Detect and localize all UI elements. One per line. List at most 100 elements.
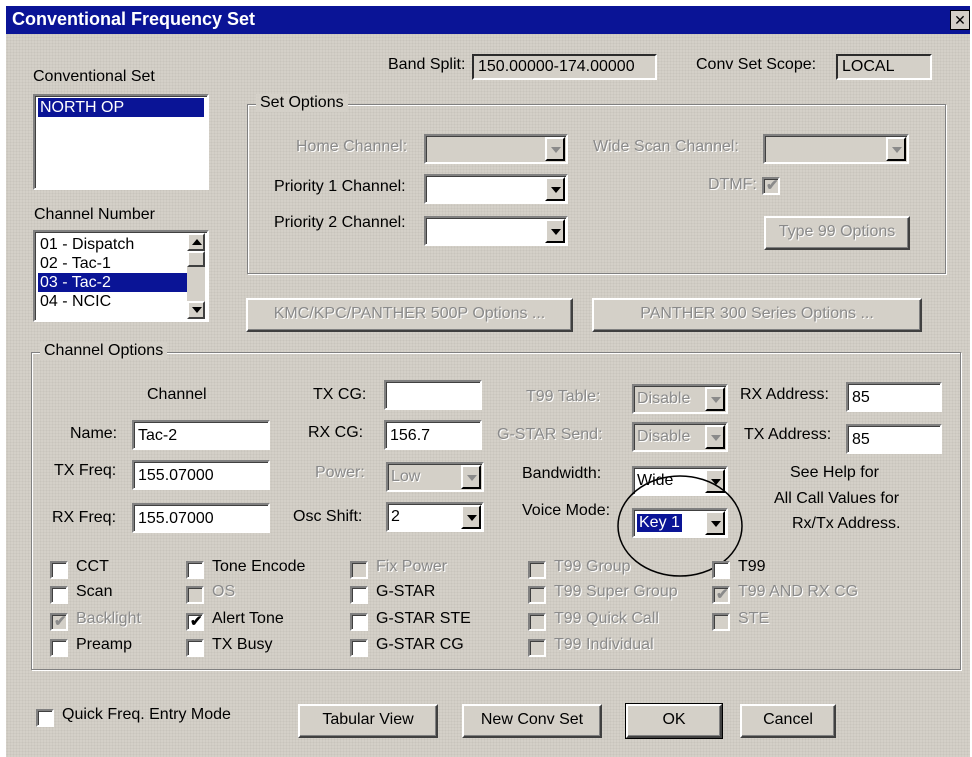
checkbox-box[interactable] (350, 613, 368, 631)
rx-address-input[interactable]: 85 (846, 382, 942, 412)
os-label: OS (212, 583, 236, 600)
scope-field: LOCAL (836, 54, 932, 80)
cct-label: CCT (76, 558, 109, 575)
tabular-view-button[interactable]: Tabular View (298, 704, 438, 738)
t99-label: T99 (738, 558, 766, 575)
backlight-checkbox: ✔ Backlight (50, 610, 160, 632)
checkbox-box[interactable] (350, 639, 368, 657)
checkbox-box[interactable]: ✔ (186, 613, 204, 631)
gstar-checkbox[interactable]: G-STAR (350, 583, 450, 605)
alert-tone-checkbox[interactable]: ✔ Alert Tone (186, 610, 306, 632)
tx-address-input[interactable]: 85 (846, 424, 942, 454)
alert-tone-label: Alert Tone (212, 610, 284, 627)
rx-address-label: RX Address: (740, 386, 829, 403)
conventional-set-list[interactable]: NORTH OP (33, 94, 209, 190)
checkbox-box[interactable] (50, 586, 68, 604)
ok-button[interactable]: OK (625, 703, 723, 739)
list-item[interactable]: 03 - Tac-2 (38, 273, 188, 292)
check-icon: ✔ (716, 586, 729, 603)
chevron-down-icon[interactable] (545, 219, 565, 243)
voice-mode-label: Voice Mode: (522, 502, 611, 519)
help-text-line2: All Call Values for (774, 490, 900, 507)
osc-shift-select[interactable]: 2 (386, 502, 484, 532)
quick-freq-checkbox[interactable]: Quick Freq. Entry Mode (36, 706, 256, 728)
preamp-checkbox[interactable]: Preamp (50, 636, 150, 658)
fix-power-checkbox: Fix Power (350, 558, 470, 580)
t99-super-group-label: T99 Super Group (554, 583, 678, 600)
cct-checkbox[interactable]: CCT (50, 558, 130, 580)
tone-encode-checkbox[interactable]: Tone Encode (186, 558, 326, 580)
list-item[interactable]: 04 - NCIC (38, 292, 188, 311)
list-item[interactable]: 01 - Dispatch (38, 235, 188, 254)
dtmf-label: DTMF: (708, 176, 757, 193)
scan-checkbox[interactable]: Scan (50, 583, 130, 605)
t99-table-label: T99 Table: (526, 388, 601, 405)
tx-busy-label: TX Busy (212, 636, 273, 653)
check-icon: ✔ (54, 613, 67, 630)
name-input[interactable]: Tac-2 (132, 420, 270, 450)
os-checkbox: OS (186, 583, 246, 605)
chevron-down-icon (886, 137, 906, 161)
channel-list[interactable]: 01 - Dispatch 02 - Tac-1 03 - Tac-2 04 -… (33, 230, 209, 322)
checkbox-box (528, 613, 546, 631)
scroll-thumb[interactable] (187, 251, 205, 267)
checkbox-box[interactable] (50, 561, 68, 579)
conventional-set-label: Conventional Set (33, 68, 155, 85)
t99-checkbox[interactable]: T99 (712, 558, 792, 580)
checkbox-box[interactable] (712, 561, 730, 579)
new-conv-set-button[interactable]: New Conv Set (462, 704, 602, 738)
checkbox-box[interactable] (350, 586, 368, 604)
checkbox-box[interactable] (36, 709, 54, 727)
kmc-options-button[interactable]: KMC/KPC/PANTHER 500P Options ... (246, 298, 573, 332)
checkbox-box: ✔ (762, 177, 780, 195)
channel-options-title: Channel Options (40, 342, 168, 360)
t99-table-value: Disable (637, 390, 691, 407)
rx-freq-input[interactable]: 155.07000 (132, 503, 270, 533)
tx-freq-input[interactable]: 155.07000 (132, 460, 270, 490)
scan-label: Scan (76, 583, 113, 600)
channel-number-label: Channel Number (34, 206, 155, 223)
priority2-label: Priority 2 Channel: (274, 214, 406, 231)
help-text-line1: See Help for (790, 464, 879, 481)
help-text-line3: Rx/Tx Address. (792, 515, 901, 532)
gstar-cg-label: G-STAR CG (376, 636, 464, 653)
chevron-down-icon[interactable] (545, 177, 565, 201)
tx-cg-input[interactable] (384, 380, 482, 410)
window-title: Conventional Frequency Set (12, 9, 256, 29)
checkbox-box[interactable] (186, 561, 204, 579)
set-options-title: Set Options (256, 94, 348, 112)
ste-checkbox: STE (712, 610, 792, 632)
wide-scan-label: Wide Scan Channel: (593, 138, 739, 155)
gstar-ste-checkbox[interactable]: G-STAR STE (350, 610, 490, 632)
priority2-select[interactable] (424, 216, 568, 246)
type99-options-button[interactable]: Type 99 Options (764, 216, 910, 250)
checkbox-box[interactable] (186, 639, 204, 657)
close-icon[interactable]: ✕ (950, 10, 970, 30)
chevron-down-icon[interactable] (461, 505, 481, 529)
priority1-select[interactable] (424, 174, 568, 204)
checkbox-box[interactable] (50, 639, 68, 657)
ste-label: STE (738, 610, 770, 627)
rx-freq-label: RX Freq: (52, 509, 117, 526)
power-select: Low (386, 462, 484, 492)
osc-shift-value: 2 (391, 508, 400, 525)
list-item[interactable]: NORTH OP (38, 98, 204, 117)
rx-cg-input[interactable]: 156.7 (384, 420, 482, 450)
checkbox-box (528, 639, 546, 657)
tx-busy-checkbox[interactable]: TX Busy (186, 636, 296, 658)
chevron-down-icon (705, 387, 725, 411)
cancel-button[interactable]: Cancel (740, 704, 836, 738)
osc-shift-label: Osc Shift: (293, 508, 363, 525)
panther300-options-button[interactable]: PANTHER 300 Series Options ... (592, 298, 922, 332)
gstar-cg-checkbox[interactable]: G-STAR CG (350, 636, 480, 658)
band-split-label: Band Split: (388, 56, 466, 73)
chevron-down-icon (705, 425, 725, 449)
list-item[interactable]: 02 - Tac-1 (38, 254, 188, 273)
rx-cg-label: RX CG: (308, 424, 364, 441)
scroll-down-icon[interactable] (187, 301, 205, 319)
power-label: Power: (315, 464, 365, 481)
scroll-up-icon[interactable] (187, 233, 205, 251)
channel-list-scrollbar[interactable] (187, 233, 205, 319)
backlight-label: Backlight (76, 610, 141, 627)
preamp-label: Preamp (76, 636, 133, 653)
